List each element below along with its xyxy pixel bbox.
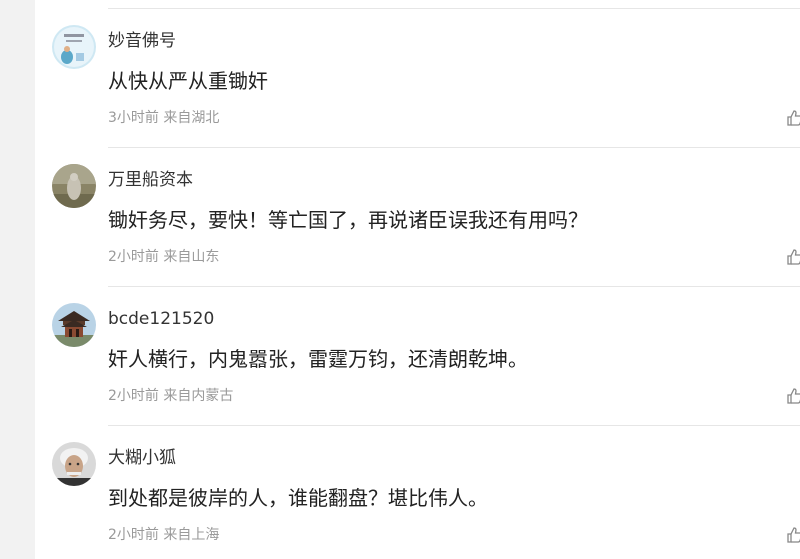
comment-location: 来自湖北 bbox=[163, 110, 220, 126]
username[interactable]: bcde121520 bbox=[108, 308, 214, 330]
comment-item: 妙音佛号 从快从严从重锄奸 3小时前 来自湖北 bbox=[0, 0, 800, 148]
calligraphy-avatar-icon[interactable] bbox=[52, 25, 96, 69]
thumbs-up-icon[interactable] bbox=[786, 248, 800, 266]
stone-statue-avatar-icon[interactable] bbox=[52, 164, 96, 208]
comment-time: 3小时前 bbox=[108, 110, 159, 126]
comment-meta: 2小时前 来自内蒙古 bbox=[108, 387, 233, 405]
comment-meta: 3小时前 来自湖北 bbox=[108, 109, 219, 127]
comment-time: 2小时前 bbox=[108, 388, 159, 404]
comment-location: 来自上海 bbox=[163, 527, 220, 543]
username[interactable]: 妙音佛号 bbox=[108, 30, 176, 52]
comment-item: 万里船资本 锄奸务尽，要快！等亡国了，再说诸臣误我还有用吗？ 2小时前 来自山东 bbox=[0, 139, 800, 287]
comment-time: 2小时前 bbox=[108, 527, 159, 543]
comment-location: 来自内蒙古 bbox=[163, 388, 234, 404]
thumbs-up-icon[interactable] bbox=[786, 109, 800, 127]
comment-text: 到处都是彼岸的人，谁能翻盘？堪比伟人。 bbox=[108, 486, 488, 510]
comment-text: 奸人横行，内鬼嚣张，雷霆万钧，还清朗乾坤。 bbox=[108, 347, 528, 371]
comment-text: 锄奸务尽，要快！等亡国了，再说诸臣误我还有用吗？ bbox=[108, 208, 588, 232]
pavilion-avatar-icon[interactable] bbox=[52, 303, 96, 347]
comment-meta: 2小时前 来自山东 bbox=[108, 248, 219, 266]
comment-text: 从快从严从重锄奸 bbox=[108, 69, 268, 93]
comment-item: 大糊小狐 到处都是彼岸的人，谁能翻盘？堪比伟人。 2小时前 来自上海 bbox=[0, 417, 800, 555]
comment-time: 2小时前 bbox=[108, 249, 159, 265]
comment-item: bcde121520 奸人横行，内鬼嚣张，雷霆万钧，还清朗乾坤。 2小时前 来自… bbox=[0, 278, 800, 426]
username[interactable]: 万里船资本 bbox=[108, 169, 193, 191]
thumbs-up-icon[interactable] bbox=[786, 387, 800, 405]
username[interactable]: 大糊小狐 bbox=[108, 447, 176, 469]
comment-meta: 2小时前 来自上海 bbox=[108, 526, 219, 544]
thumbs-up-icon[interactable] bbox=[786, 526, 800, 544]
portrait-avatar-icon[interactable] bbox=[52, 442, 96, 486]
comment-location: 来自山东 bbox=[163, 249, 220, 265]
